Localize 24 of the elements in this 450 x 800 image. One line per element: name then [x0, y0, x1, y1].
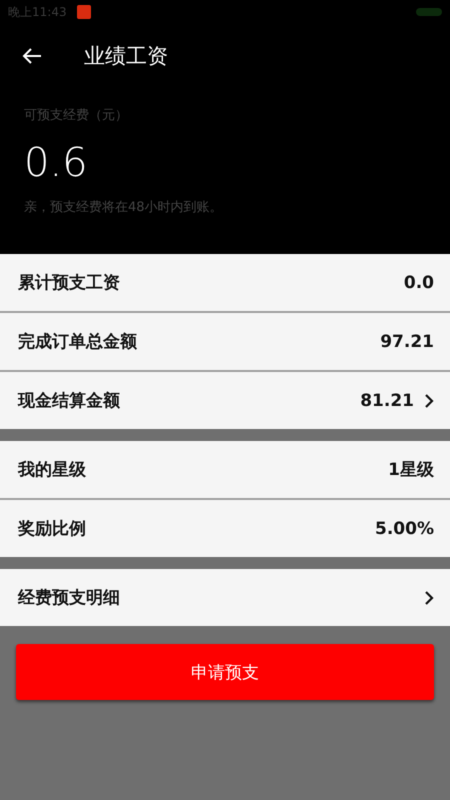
- page-title: 业绩工资: [84, 43, 168, 70]
- back-icon[interactable]: [22, 47, 42, 65]
- status-time: 晚上11:43: [8, 4, 67, 20]
- row-value: 0.0: [404, 272, 434, 292]
- row-label: 奖励比例: [18, 518, 87, 540]
- row-label: 现金结算金额: [18, 390, 121, 412]
- row-label: 累计预支工资: [18, 272, 121, 294]
- available-funds-label: 可预支经费（元）: [24, 107, 129, 124]
- row-value: 5.00%: [375, 518, 434, 538]
- row-value: 97.21: [380, 332, 434, 352]
- row-label: 我的星级: [18, 459, 87, 481]
- row-value: 81.21: [360, 390, 414, 410]
- row-value: 1星级: [388, 459, 434, 481]
- row-label: 完成订单总金额: [18, 331, 138, 353]
- battery-icon: [416, 8, 442, 16]
- list-row[interactable]: 现金结算金额 81.21: [0, 372, 450, 429]
- apply-advance-button[interactable]: 申请预支: [16, 644, 434, 700]
- arrival-note: 亲，预支经费将在48小时内到账。: [24, 199, 224, 216]
- row-label: 经费预支明细: [18, 587, 121, 609]
- chevron-icon: [424, 392, 434, 408]
- available-funds-amount: 0.6: [24, 140, 89, 186]
- list-row[interactable]: 经费预支明细: [0, 569, 450, 626]
- app-notification-icon: [76, 5, 91, 19]
- chevron-icon: [424, 590, 434, 606]
